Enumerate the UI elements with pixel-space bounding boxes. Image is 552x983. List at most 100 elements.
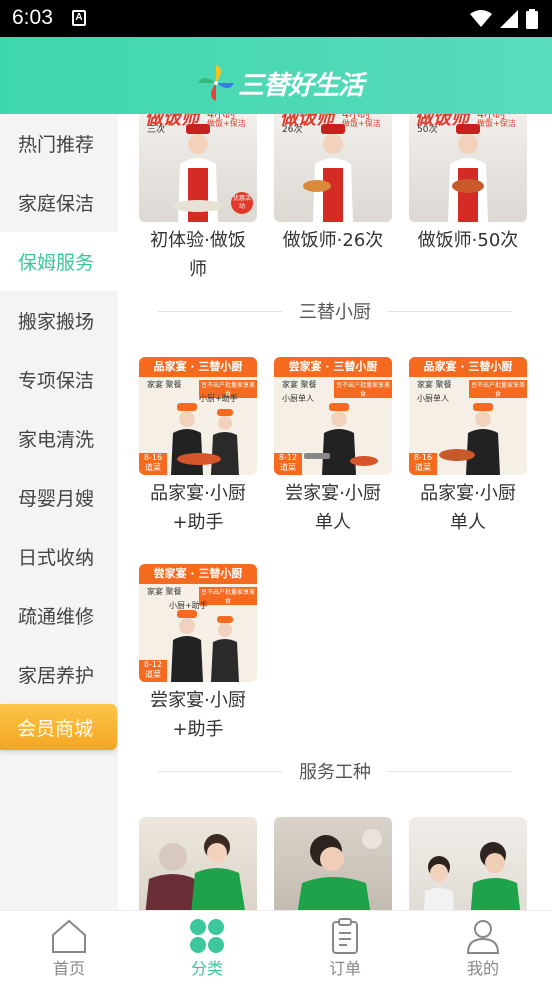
- sidebar-item-label: 热门推荐: [18, 134, 95, 156]
- sidebar-item-label: 搬家搬场: [18, 311, 95, 333]
- tab-label: 订单: [328, 959, 361, 978]
- sidebar-item-label: 家电清洗: [18, 429, 95, 451]
- card-note: 豆不出户批量家享美食: [334, 380, 392, 398]
- card-sub: 家宴 聚餐: [282, 380, 317, 389]
- card-note: 豆不出户批量家享美食: [469, 380, 527, 398]
- section-header-chef: 三替小厨: [158, 296, 512, 326]
- card-banner: 尝家宴 · 三替小厨: [139, 564, 257, 584]
- sidebar-item-vip-mall[interactable]: 会员商城: [0, 704, 117, 750]
- sidebar-item-home-cleaning[interactable]: 家庭保洁: [0, 173, 118, 232]
- card-image: 尝家宴 · 三替小厨 家宴 聚餐 豆不出户批量家享美食 小厨单人 8-12 道菜: [274, 357, 392, 475]
- app-header: 三替好生活: [0, 37, 552, 114]
- caregiver-photo-icon: [145, 834, 245, 910]
- status-icons: [470, 9, 538, 29]
- service-card[interactable]: 品家宴 · 三替小厨 家宴 聚餐 豆不出户批量家享美食 小厨+助手 8-16 道菜…: [138, 357, 258, 537]
- section-divider: [388, 311, 512, 312]
- sidebar-item-maternity[interactable]: 母婴月嫂: [0, 468, 118, 527]
- signal-icon: [500, 10, 518, 28]
- dishes-badge: 8-16 道菜: [139, 453, 167, 475]
- card-banner: 尝家宴 · 三替小厨: [274, 357, 392, 377]
- sidebar-item-storage[interactable]: 日式收纳: [0, 527, 118, 586]
- category-grid-icon: [190, 919, 224, 953]
- section-header-service: 服务工种: [158, 756, 512, 786]
- sidebar-item-label: 会员商城: [17, 717, 94, 740]
- card-image: 品家宴 · 三替小厨 家宴 聚餐 豆不出户批量家享美食 小厨+助手 8-16 道菜: [139, 357, 257, 475]
- category-content: 做饭师 4小时 做饭+保洁 三次 优惠活动 初体验·做饭师 做饭师 4小时 做饭…: [118, 114, 552, 910]
- card-badge: 优惠活动: [231, 192, 253, 214]
- clipboard-icon: [332, 918, 358, 954]
- sidebar-item-special-cleaning[interactable]: 专项保洁: [0, 350, 118, 409]
- card-count: 三次: [147, 125, 166, 135]
- sidebar-item-moving[interactable]: 搬家搬场: [0, 291, 118, 350]
- sidebar-item-label: 专项保洁: [18, 370, 95, 392]
- card-sub: 家宴 聚餐: [417, 380, 452, 389]
- service-card[interactable]: 做饭师 4小时 做饭+保洁 50次 做饭师·50次: [408, 114, 528, 255]
- card-title: 尝家宴·小厨 单人: [285, 483, 381, 533]
- service-card[interactable]: 品家宴 · 三替小厨 家宴 聚餐 豆不出户批量家享美食 小厨单人 8-16 道菜 …: [408, 357, 528, 537]
- tab-label: 首页: [52, 959, 85, 978]
- brand-logo: 三替好生活: [196, 63, 364, 103]
- card-image: 做饭师 4小时 做饭+保洁 50次: [409, 114, 527, 222]
- user-icon: [466, 920, 500, 954]
- wifi-icon: [470, 10, 492, 27]
- chef-figure-icon: [172, 124, 224, 222]
- logo-text: 三替好生活: [238, 70, 364, 101]
- tab-profile[interactable]: 我的: [414, 911, 552, 983]
- chef-figure-icon: [448, 124, 488, 222]
- sidebar-item-home-care[interactable]: 家居养护: [0, 645, 118, 704]
- card-image: 做饭师 4小时 做饭+保洁 三次 优惠活动: [139, 114, 257, 222]
- card-title: 初体验·做饭师: [150, 230, 246, 280]
- tab-label: 我的: [466, 959, 499, 978]
- card-title: 品家宴·小厨 单人: [420, 483, 516, 533]
- service-card[interactable]: [408, 817, 528, 910]
- tab-label: 分类: [190, 959, 223, 978]
- card-banner: 品家宴 · 三替小厨: [139, 357, 257, 377]
- service-card[interactable]: 做饭师 4小时 做饭+保洁 26次 做饭师·26次: [273, 114, 393, 255]
- sidebar-item-label: 保姆服务: [18, 252, 95, 274]
- sidebar-item-label: 日式收纳: [18, 547, 95, 569]
- dishes-badge: 8-12 道菜: [274, 453, 302, 475]
- dishes-badge: 8-16 道菜: [409, 453, 437, 475]
- card-count: 50次: [417, 125, 438, 135]
- sidebar-item-label: 家庭保洁: [18, 193, 95, 215]
- home-icon: [52, 919, 86, 953]
- tab-orders[interactable]: 订单: [276, 911, 414, 983]
- card-image: [139, 817, 257, 910]
- sidebar-item-nanny[interactable]: 保姆服务: [0, 232, 118, 291]
- notification-a-icon: A: [72, 10, 86, 26]
- service-card[interactable]: [273, 817, 393, 910]
- tab-category[interactable]: 分类: [138, 911, 276, 983]
- card-title: 尝家宴·小厨 +助手: [150, 690, 246, 740]
- sidebar-item-hot[interactable]: 热门推荐: [0, 114, 118, 173]
- service-card[interactable]: 尝家宴 · 三替小厨 家宴 聚餐 豆不出户批量家享美食 小厨+助手 8-12 道菜…: [138, 564, 258, 744]
- card-count: 26次: [282, 125, 303, 135]
- status-time: 6:03: [12, 6, 53, 29]
- card-sub: 家宴 聚餐: [147, 587, 182, 596]
- card-image: 做饭师 4小时 做饭+保洁 26次: [274, 114, 392, 222]
- card-title: 做饭师·26次: [282, 230, 384, 251]
- card-image: 尝家宴 · 三替小厨 家宴 聚餐 豆不出户批量家享美食 小厨+助手 8-12 道菜: [139, 564, 257, 682]
- section-divider: [388, 771, 512, 772]
- chef-team-icon: [171, 403, 239, 475]
- card-banner: 品家宴 · 三替小厨: [409, 357, 527, 377]
- card-title: 品家宴·小厨 +助手: [150, 483, 246, 533]
- nurse-photo-icon: [297, 829, 382, 910]
- chef-single-icon: [304, 403, 378, 475]
- bottom-tab-bar: 首页 分类 订单 我的: [0, 910, 552, 983]
- sidebar-item-label: 家居养护: [18, 665, 95, 687]
- service-card[interactable]: 尝家宴 · 三替小厨 家宴 聚餐 豆不出户批量家享美食 小厨单人 8-12 道菜 …: [273, 357, 393, 537]
- card-image: [274, 817, 392, 910]
- tab-home[interactable]: 首页: [0, 911, 138, 983]
- sidebar-item-repair[interactable]: 疏通维修: [0, 586, 118, 645]
- pinwheel-logo-icon: [198, 65, 234, 101]
- chef-single-icon: [439, 403, 500, 475]
- sidebar-item-appliance-cleaning[interactable]: 家电清洗: [0, 409, 118, 468]
- card-image: [409, 817, 527, 910]
- card-image: 品家宴 · 三替小厨 家宴 聚餐 豆不出户批量家享美食 小厨单人 8-16 道菜: [409, 357, 527, 475]
- service-card[interactable]: [138, 817, 258, 910]
- chef-figure-icon: [303, 124, 353, 222]
- service-card[interactable]: 做饭师 4小时 做饭+保洁 三次 优惠活动 初体验·做饭师: [138, 114, 258, 284]
- sidebar-item-label: 母婴月嫂: [18, 488, 95, 510]
- category-sidebar: 热门推荐 家庭保洁 保姆服务 搬家搬场 专项保洁 家电清洗 母婴月嫂 日式收纳 …: [0, 114, 118, 910]
- battery-icon: [526, 9, 538, 29]
